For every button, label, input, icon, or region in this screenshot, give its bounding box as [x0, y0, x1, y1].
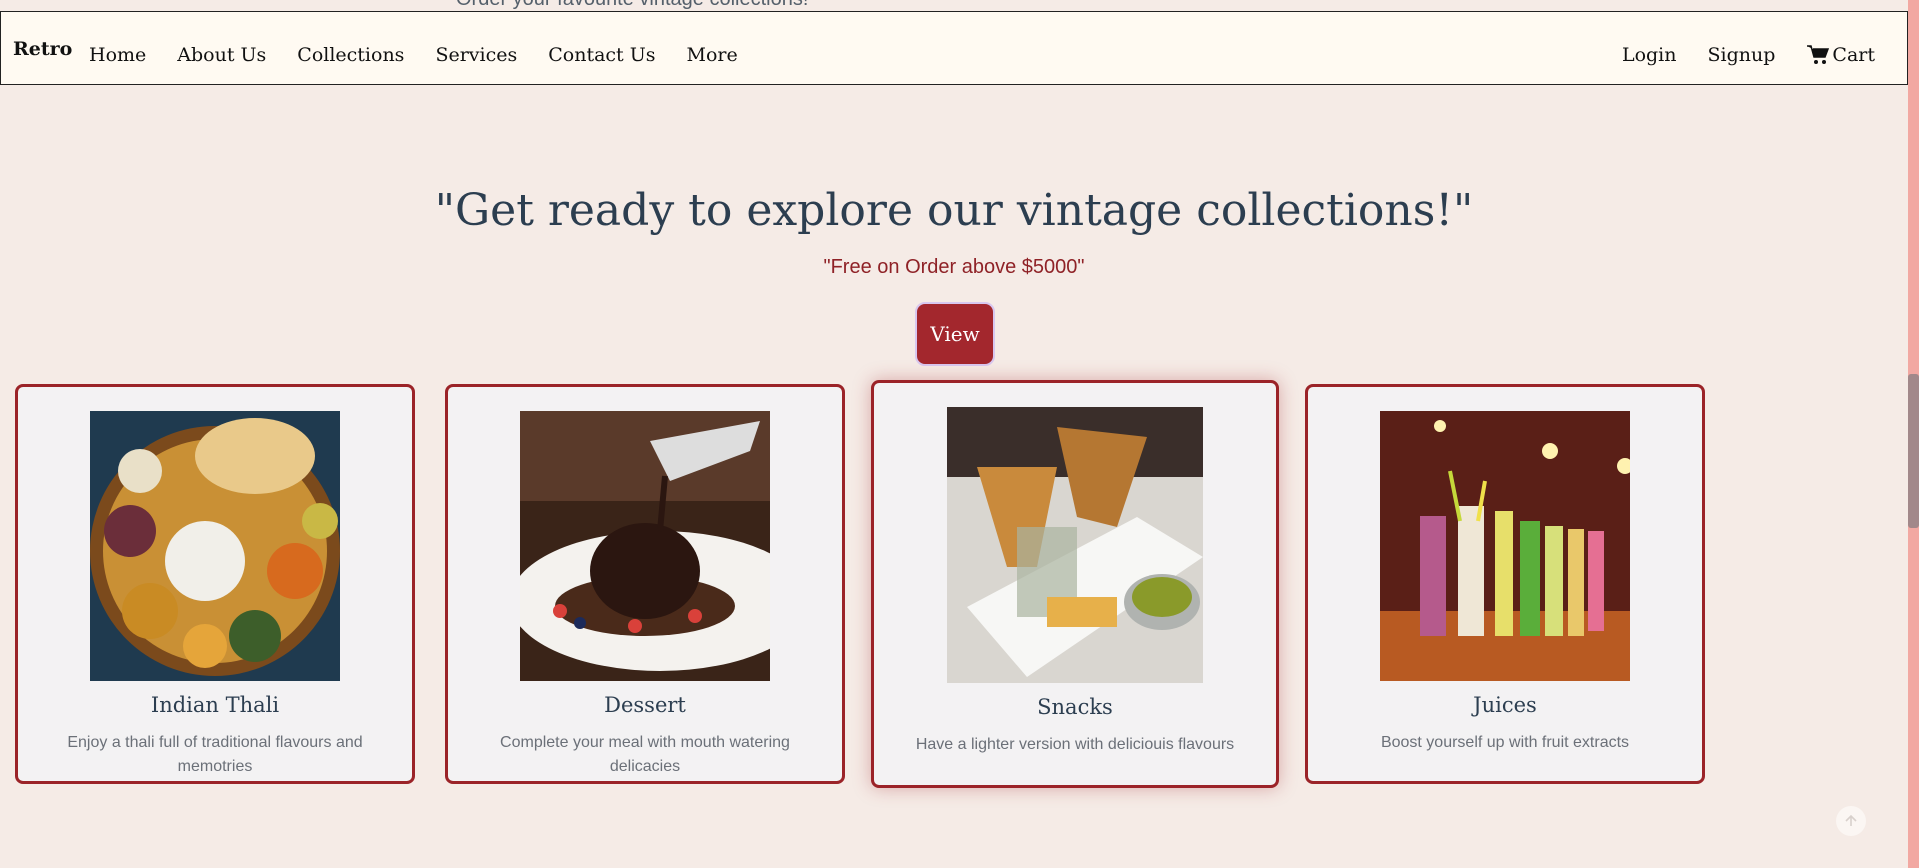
juices-image: [1380, 411, 1630, 681]
page-scrollbar[interactable]: [1908, 0, 1919, 868]
card-description: Have a lighter version with deliciouis f…: [915, 736, 1235, 753]
dessert-image: [520, 411, 770, 681]
card-title: Juices: [1473, 693, 1537, 717]
card-dessert[interactable]: Dessert Complete your meal with mouth wa…: [445, 384, 845, 784]
hero-title: "Get ready to explore our vintage collec…: [434, 185, 1474, 236]
nav-auth: Login Signup Cart: [1622, 44, 1875, 66]
nav-home[interactable]: Home: [89, 44, 146, 66]
nav-more[interactable]: More: [687, 44, 738, 66]
nav-services[interactable]: Services: [435, 44, 517, 66]
scrollbar-thumb[interactable]: [1908, 374, 1919, 528]
card-snacks[interactable]: Snacks Have a lighter version with delic…: [871, 380, 1279, 788]
snacks-image: [947, 407, 1203, 683]
view-button[interactable]: View: [915, 302, 995, 366]
card-description: Boost yourself up with fruit extracts: [1380, 734, 1630, 751]
nav-contact-us[interactable]: Contact Us: [548, 44, 655, 66]
card-title: Snacks: [1037, 695, 1113, 719]
card-title: Dessert: [604, 693, 686, 717]
card-juices[interactable]: Juices Boost yourself up with fruit extr…: [1305, 384, 1705, 784]
hero-subtitle: "Free on Order above $5000": [823, 256, 1085, 278]
thali-image: [90, 411, 340, 681]
cart-label: Cart: [1832, 44, 1875, 66]
back-to-top-button[interactable]: [1836, 806, 1866, 836]
cart-icon: [1807, 45, 1830, 64]
cart-link[interactable]: Cart: [1806, 44, 1875, 66]
nav-collections[interactable]: Collections: [297, 44, 404, 66]
navbar: Retro Home About Us Collections Services…: [0, 11, 1908, 85]
nav-about-us[interactable]: About Us: [177, 44, 266, 66]
login-link[interactable]: Login: [1622, 44, 1677, 66]
signup-link[interactable]: Signup: [1708, 44, 1776, 66]
card-description: Enjoy a thali full of traditional flavou…: [67, 734, 363, 775]
card-indian-thali[interactable]: Indian Thali Enjoy a thali full of tradi…: [15, 384, 415, 784]
arrow-up-icon: [1845, 814, 1857, 826]
nav-links: Home About Us Collections Services Conta…: [89, 44, 738, 66]
card-title: Indian Thali: [150, 693, 280, 717]
brand-logo[interactable]: Retro: [13, 38, 72, 60]
card-description: Complete your meal with mouth watering d…: [500, 734, 790, 775]
previous-section-text: Order your favourite vintage collections…: [456, 0, 808, 11]
